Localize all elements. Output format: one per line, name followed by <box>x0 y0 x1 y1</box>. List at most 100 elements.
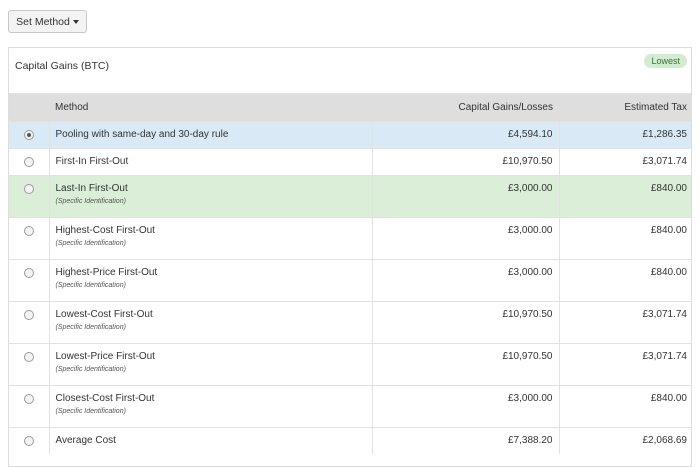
gains-cell: £10,970.50 <box>372 301 560 344</box>
tax-cell: £3,071.74 <box>559 301 691 344</box>
gains-cell: £7,388.20 <box>372 427 560 454</box>
tax-cell: £2,068.69 <box>559 427 691 454</box>
method-radio[interactable] <box>23 436 34 446</box>
method-subtitle: (Specific Identification) <box>55 240 126 247</box>
method-cell: Highest-Price First-Out (Specific Identif… <box>49 259 373 302</box>
gains-value: £10,970.50 <box>502 156 553 167</box>
method-cell: Last-In First-Out (Specific Identificatio… <box>49 175 373 218</box>
radio-cell <box>9 148 50 176</box>
method-name: Lowest-Price First-Out <box>55 351 155 362</box>
gains-value: £3,000.00 <box>508 267 553 278</box>
table-row[interactable]: Average Cost £7,388.20 £2,068.69 <box>9 427 691 454</box>
tax-value: £3,071.74 <box>642 156 688 167</box>
method-cell: Pooling with same-day and 30-day rule <box>49 121 373 149</box>
gains-column-header: Capital Gains/Losses <box>372 94 559 122</box>
gains-value: £10,970.50 <box>502 351 553 362</box>
method-name: First-In First-Out <box>55 156 129 167</box>
method-cell: First-In First-Out <box>49 148 373 176</box>
method-radio[interactable] <box>23 130 34 140</box>
method-cell: Average Cost <box>49 427 373 454</box>
method-radio[interactable] <box>23 394 34 404</box>
gains-value: £3,000.00 <box>508 225 553 236</box>
method-cell: Lowest-Cost First-Out (Specific Identific… <box>49 301 373 344</box>
radio-cell <box>9 385 50 428</box>
tax-value: £3,071.74 <box>642 351 688 362</box>
tax-cell: £840.00 <box>559 385 691 428</box>
table-row[interactable]: Highest-Price First-Out (Specific Identif… <box>9 259 691 302</box>
gains-cell: £3,000.00 <box>372 259 560 302</box>
method-column-header: Method <box>49 94 372 122</box>
radio-column-header <box>9 94 49 122</box>
method-subtitle: (Specific Identification) <box>55 282 126 289</box>
methods-table: Method Capital Gains/Losses Estimated Ta… <box>9 94 691 454</box>
gains-value: £3,000.00 <box>508 183 553 194</box>
method-subtitle: (Specific Identification) <box>55 324 126 331</box>
gains-cell: £3,000.00 <box>372 385 560 428</box>
table-row[interactable]: Last-In First-Out (Specific Identificatio… <box>9 175 691 218</box>
gains-cell: £10,970.50 <box>372 343 560 386</box>
gains-cell: £10,970.50 <box>372 148 560 176</box>
tax-cell: £840.00 <box>559 175 691 218</box>
table-row[interactable]: Pooling with same-day and 30-day rule £4,… <box>9 121 691 149</box>
method-name: Highest-Price First-Out <box>55 267 158 278</box>
tax-cell: £840.00 <box>559 217 691 260</box>
gains-cell: £3,000.00 <box>372 217 560 260</box>
method-radio[interactable] <box>23 184 34 194</box>
method-cell: Closest-Cost First-Out (Specific Identifi… <box>49 385 373 428</box>
tax-value: £2,068.69 <box>642 435 688 446</box>
method-name: Highest-Cost First-Out <box>55 225 155 236</box>
gains-value: £10,970.50 <box>502 309 553 320</box>
method-name: Closest-Cost First-Out <box>55 393 155 404</box>
method-radio[interactable] <box>23 268 34 278</box>
capital-gains-panel: Capital Gains (BTC) Lowest Method Capita… <box>8 47 692 467</box>
method-subtitle: (Specific Identification) <box>55 198 126 205</box>
table-row[interactable]: Highest-Cost First-Out (Specific Identifi… <box>9 217 691 260</box>
tax-value: £3,071.74 <box>642 309 688 320</box>
radio-cell <box>9 427 50 454</box>
radio-cell <box>9 259 50 302</box>
method-subtitle: (Specific Identification) <box>55 366 126 373</box>
set-method-button[interactable]: Set Method <box>8 10 87 33</box>
set-method-label: Set Method <box>16 15 70 28</box>
tax-value: £840.00 <box>650 183 687 194</box>
radio-cell <box>9 121 50 149</box>
method-name: Lowest-Cost First-Out <box>55 309 153 320</box>
tax-cell: £3,071.74 <box>559 343 691 386</box>
gains-cell: £4,594.10 <box>372 121 560 149</box>
table-row[interactable]: Lowest-Price First-Out (Specific Identifi… <box>9 343 691 386</box>
method-name: Last-In First-Out <box>55 183 128 194</box>
method-radio[interactable] <box>23 352 34 362</box>
method-cell: Lowest-Price First-Out (Specific Identifi… <box>49 343 373 386</box>
lowest-badge: Lowest <box>644 54 687 68</box>
radio-cell <box>9 217 50 260</box>
tax-cell: £1,286.35 <box>559 121 691 149</box>
tax-value: £840.00 <box>650 393 687 404</box>
table-row[interactable]: Closest-Cost First-Out (Specific Identifi… <box>9 385 691 428</box>
tax-value: £840.00 <box>650 267 687 278</box>
tax-cell: £3,071.74 <box>559 148 691 176</box>
radio-cell <box>9 343 50 386</box>
method-radio[interactable] <box>23 226 34 236</box>
panel-header: Capital Gains (BTC) Lowest <box>9 48 691 94</box>
panel-title: Capital Gains (BTC) <box>15 60 109 72</box>
caret-down-icon <box>72 19 79 24</box>
method-subtitle: (Specific Identification) <box>55 408 126 415</box>
table-row[interactable]: Lowest-Cost First-Out (Specific Identific… <box>9 301 691 344</box>
gains-value: £7,388.20 <box>508 435 553 446</box>
tax-value: £1,286.35 <box>642 129 688 140</box>
gains-cell: £3,000.00 <box>372 175 560 218</box>
method-cell: Highest-Cost First-Out (Specific Identifi… <box>49 217 373 260</box>
table-row[interactable]: First-In First-Out £10,970.50 £3,071.74 <box>9 148 691 176</box>
gains-value: £4,594.10 <box>508 129 553 140</box>
method-name: Average Cost <box>55 435 116 446</box>
radio-cell <box>9 175 50 218</box>
method-radio[interactable] <box>23 157 34 167</box>
tax-cell: £840.00 <box>559 259 691 302</box>
tax-value: £840.00 <box>650 225 687 236</box>
radio-cell <box>9 301 50 344</box>
gains-value: £3,000.00 <box>508 393 553 404</box>
method-radio[interactable] <box>23 310 34 320</box>
table-header-row: Method Capital Gains/Losses Estimated Ta… <box>9 94 691 122</box>
tax-column-header: Estimated Tax <box>559 94 691 122</box>
method-name: Pooling with same-day and 30-day rule <box>55 129 229 140</box>
